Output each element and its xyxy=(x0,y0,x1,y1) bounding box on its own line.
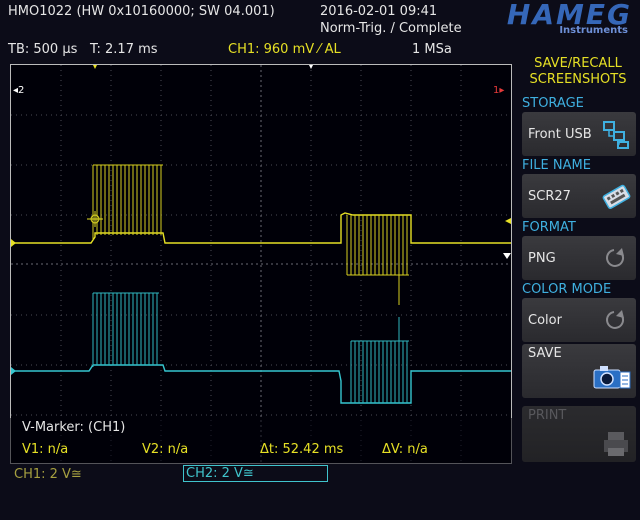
marker-v2: V2: n/a xyxy=(142,442,189,457)
storage-value: Front USB xyxy=(528,127,592,142)
marker-readout: V-Marker: (CH1) V1: n/a V2: n/a Δt: 52.4… xyxy=(10,418,512,464)
marker-delta-v: ΔV: n/a xyxy=(382,442,428,457)
trigger-position-icon[interactable] xyxy=(93,65,97,69)
ch1-scale-label[interactable]: CH1: 2 V≅ xyxy=(14,467,82,482)
cycle-icon xyxy=(606,310,625,329)
ch1-trigger-readout[interactable]: CH1: 960 mV ⁄ AL xyxy=(228,42,341,57)
date-time: 2016-02-01 09:41 xyxy=(320,4,438,19)
storage-label: STORAGE xyxy=(522,96,584,111)
colormode-button[interactable]: Color xyxy=(522,298,636,342)
save-button[interactable]: SAVE xyxy=(522,344,636,398)
trigger-time-readout[interactable]: T: 2.17 ms xyxy=(90,42,158,57)
format-value: PNG xyxy=(528,251,556,266)
filename-button[interactable]: SCR27 xyxy=(522,174,636,218)
ch1-burst-2 xyxy=(346,215,409,305)
format-label: FORMAT xyxy=(522,220,576,235)
menu-title-line1: SAVE/RECALL xyxy=(534,56,622,71)
print-label: PRINT xyxy=(528,408,567,423)
timebase-readout[interactable]: TB: 500 µs xyxy=(8,42,77,57)
ch1-trace xyxy=(11,212,511,244)
sample-rate-readout: 1 MSa xyxy=(412,42,452,57)
waveform-display[interactable]: 1 2 ◂2 1▸ xyxy=(10,64,512,464)
trigger-status: Norm-Trig. / Complete xyxy=(320,21,462,36)
marker-delta-t: Δt: 52.42 ms xyxy=(260,442,344,457)
hameg-logo: HAMEG Instruments xyxy=(450,0,634,38)
ch2-burst-2 xyxy=(350,317,409,403)
grid-center-axes xyxy=(11,65,511,463)
menu-title-line2: SCREENSHOTS xyxy=(529,72,627,87)
status-bar: TB: 500 µs T: 2.17 ms CH1: 960 mV ⁄ AL 1… xyxy=(0,40,516,60)
left-offscreen-marker: ◂2 xyxy=(13,85,24,96)
colormode-value: Color xyxy=(528,313,562,328)
arrow-down-icon xyxy=(503,253,511,259)
marker-title: V-Marker: (CH1) xyxy=(22,420,126,435)
filename-label: FILE NAME xyxy=(522,158,591,173)
device-info: HMO1022 (HW 0x10160000; SW 04.001) xyxy=(8,4,275,19)
print-button[interactable]: PRINT xyxy=(522,406,636,462)
camera-icon xyxy=(593,366,631,389)
printer-icon xyxy=(604,432,628,456)
cycle-icon xyxy=(606,248,625,267)
waveform-svg: 1 2 ◂2 1▸ xyxy=(11,65,511,463)
format-button[interactable]: PNG xyxy=(522,236,636,280)
right-offscreen-marker: 1▸ xyxy=(493,85,504,96)
ch2-ground-icon[interactable] xyxy=(11,367,16,375)
filename-value: SCR27 xyxy=(528,189,571,204)
logo-subtitle: Instruments xyxy=(559,25,628,36)
marker-v1: V1: n/a xyxy=(22,442,69,457)
ch1-burst-1 xyxy=(92,164,163,240)
keyboard-edit-icon xyxy=(602,184,631,209)
save-label: SAVE xyxy=(528,346,562,361)
ch2-trace xyxy=(11,364,511,404)
ch1-ground-icon[interactable] xyxy=(11,239,16,247)
side-menu: SAVE/RECALL SCREENSHOTS STORAGE Front US… xyxy=(518,56,638,462)
colormode-label: COLOR MODE xyxy=(522,282,612,297)
center-position-icon xyxy=(309,65,313,69)
trigger-level-icon[interactable] xyxy=(505,218,511,224)
ch2-burst-1 xyxy=(92,292,159,367)
ch2-scale-label[interactable]: CH2: 2 V≅ xyxy=(183,465,328,482)
storage-button[interactable]: Front USB xyxy=(522,112,636,156)
usb-storage-icon xyxy=(603,121,629,149)
